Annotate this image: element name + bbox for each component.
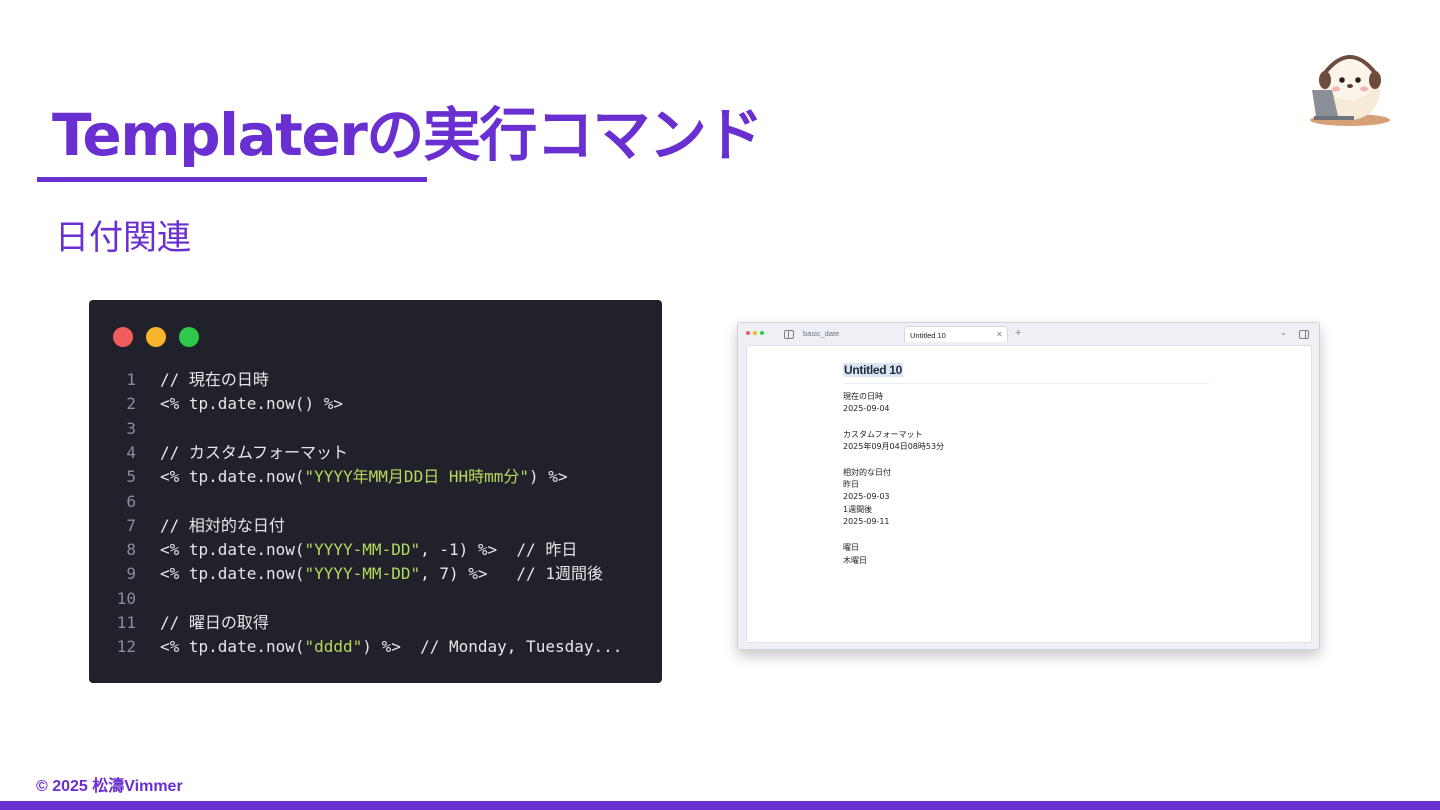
sidebar-toggle-icon[interactable] bbox=[784, 330, 794, 339]
line-number: 5 bbox=[126, 467, 136, 487]
code-token: <% tp.date.now() %> bbox=[160, 394, 344, 414]
line-number: 2 bbox=[126, 394, 136, 414]
line-number: 4 bbox=[126, 442, 136, 462]
tab-label: Untitled 10 bbox=[910, 331, 946, 340]
note-line[interactable]: 相対的な日付 bbox=[843, 467, 891, 478]
code-window: 1// 現在の日時 2 <% tp.date.now() %> 3 4// カスタムフォ… bbox=[89, 300, 662, 683]
note-line[interactable]: 2025年09月04日08時53分 bbox=[843, 441, 944, 452]
line-number: 1 bbox=[126, 370, 136, 389]
note-line[interactable]: 2025-09-03 bbox=[843, 492, 890, 501]
note-line[interactable]: 昨日 bbox=[843, 479, 859, 490]
code-token: <% tp.date.now( bbox=[160, 564, 305, 584]
line-number: 9 bbox=[126, 564, 136, 584]
app-screenshot: basic_date Untitled 10 × + ⌄ Untitled 10… bbox=[737, 322, 1320, 650]
hamster-mascot-icon bbox=[1304, 44, 1400, 128]
note-line[interactable]: カスタムフォーマット bbox=[843, 429, 923, 440]
note-line[interactable]: 1週間後 bbox=[843, 504, 872, 515]
code-text: // 相対的な日付 bbox=[160, 514, 285, 538]
code-string: "YYYY-MM-DD" bbox=[304, 564, 421, 584]
code-text: <% tp.date.now("YYYY-MM-DD", 7) %> // 1週… bbox=[160, 562, 603, 586]
slide-title: Templaterの実行コマンド bbox=[52, 101, 763, 169]
title-underline bbox=[37, 177, 427, 182]
note-line[interactable]: 現在の日時 bbox=[843, 391, 883, 402]
code-text: // 曜日の取得 bbox=[160, 611, 269, 635]
note-line[interactable]: 2025-09-11 bbox=[843, 517, 890, 526]
note-line[interactable]: 木曜日 bbox=[843, 555, 867, 566]
window-controls bbox=[113, 327, 199, 347]
code-token: ) %> // Monday, Tuesday... bbox=[362, 637, 623, 657]
close-icon[interactable]: × bbox=[997, 329, 1002, 339]
code-token: , -1) %> // 昨日 bbox=[420, 540, 578, 560]
code-token: ) %> bbox=[529, 467, 568, 487]
code-token: // 相対的な日付 bbox=[160, 515, 285, 535]
code-string: "dddd" bbox=[304, 637, 363, 657]
code-token: <% tp.date.now( bbox=[160, 467, 305, 487]
code-text: // 現在の日時 bbox=[160, 368, 269, 392]
maximize-dot-icon bbox=[179, 327, 199, 347]
code-token: // カスタムフォーマット bbox=[160, 442, 348, 462]
code-text: // カスタムフォーマット bbox=[160, 441, 348, 465]
line-number: 3 bbox=[126, 418, 136, 438]
code-text: <% tp.date.now("YYYY-MM-DD", -1) %> // 昨… bbox=[160, 538, 577, 562]
minimize-dot-icon bbox=[146, 327, 166, 347]
code-string: "YYYY年MM月DD日 HH時mm分" bbox=[304, 467, 530, 487]
line-number: 10 bbox=[116, 588, 136, 608]
note-line[interactable]: 曜日 bbox=[843, 542, 859, 553]
note-editor[interactable]: Untitled 10 現在の日時 2025-09-04 カスタムフォーマット 202… bbox=[746, 345, 1312, 643]
line-number: 7 bbox=[126, 515, 136, 535]
right-sidebar-toggle-icon[interactable] bbox=[1299, 330, 1309, 339]
code-string: "YYYY-MM-DD" bbox=[304, 540, 421, 560]
note-title[interactable]: Untitled 10 bbox=[843, 363, 904, 377]
close-dot-icon bbox=[113, 327, 133, 347]
code-token: <% tp.date.now( bbox=[160, 540, 305, 560]
tab-basic-date[interactable]: basic_date bbox=[803, 329, 839, 338]
title-divider bbox=[843, 383, 1209, 384]
code-text: <% tp.date.now("dddd") %> // Monday, Tue… bbox=[160, 635, 622, 659]
app-window-controls bbox=[746, 331, 764, 335]
code-token: <% tp.date.now( bbox=[160, 637, 305, 657]
code-text: <% tp.date.now("YYYY年MM月DD日 HH時mm分") %> bbox=[160, 465, 568, 489]
note-line[interactable]: 2025-09-04 bbox=[843, 404, 890, 413]
slide-subtitle: 日付関連 bbox=[55, 218, 191, 258]
tab-untitled-10[interactable]: Untitled 10 × bbox=[904, 326, 1008, 342]
app-maximize-dot-icon[interactable] bbox=[760, 331, 764, 335]
line-number: 12 bbox=[116, 637, 136, 657]
copyright-footer: © 2025 松濤Vimmer bbox=[36, 778, 183, 795]
line-number: 8 bbox=[126, 540, 136, 560]
line-number: 6 bbox=[126, 491, 136, 511]
new-tab-icon[interactable]: + bbox=[1015, 327, 1021, 339]
line-number: 11 bbox=[116, 613, 136, 632]
code-token: , 7) %> // 1週間後 bbox=[420, 564, 603, 584]
app-minimize-dot-icon[interactable] bbox=[753, 331, 757, 335]
code-token: // 現在の日時 bbox=[160, 370, 269, 389]
code-text: <% tp.date.now() %> bbox=[160, 392, 343, 416]
chevron-down-icon[interactable]: ⌄ bbox=[1280, 328, 1287, 337]
bottom-accent-bar bbox=[0, 801, 1440, 810]
app-close-dot-icon[interactable] bbox=[746, 331, 750, 335]
code-token: // 曜日の取得 bbox=[160, 613, 269, 632]
